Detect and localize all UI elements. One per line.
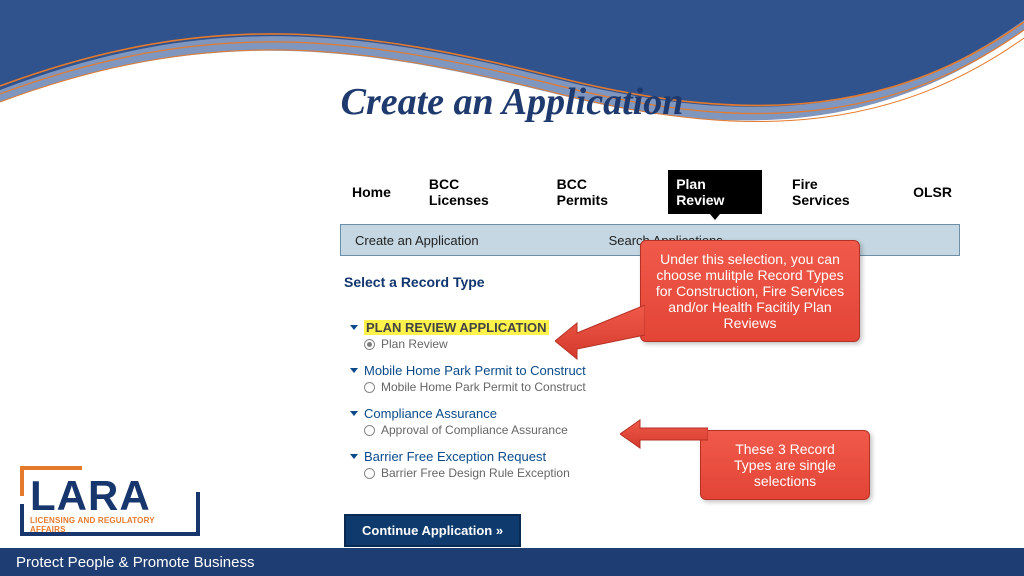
main-tabs: Home BCC Licenses BCC Permits Plan Revie…: [340, 170, 960, 214]
group-head[interactable]: Mobile Home Park Permit to Construct: [350, 363, 960, 378]
tab-home[interactable]: Home: [344, 178, 399, 206]
caret-down-icon: [350, 411, 358, 416]
lara-logo: LARA LICENSING AND REGULATORY AFFAIRS: [20, 466, 200, 536]
arrow-icon: [620, 418, 708, 450]
caret-down-icon: [350, 368, 358, 373]
option-label: Barrier Free Design Rule Exception: [381, 466, 570, 480]
caret-down-icon: [350, 454, 358, 459]
group-label: PLAN REVIEW APPLICATION: [364, 320, 549, 335]
radio-icon: [364, 468, 375, 479]
tab-bcc-permits[interactable]: BCC Permits: [549, 170, 647, 214]
callout-multiple-record-types: Under this selection, you can choose mul…: [640, 240, 860, 342]
page-title: Create an Application: [0, 80, 1024, 124]
logo-text: LARA: [30, 472, 190, 520]
radio-icon: [364, 382, 375, 393]
subnav-create[interactable]: Create an Application: [355, 233, 479, 248]
arrow-icon: [555, 305, 645, 360]
callout-single-selections: These 3 Record Types are single selectio…: [700, 430, 870, 500]
group-label: Compliance Assurance: [364, 406, 497, 421]
footer-bar: Protect People & Promote Business: [0, 548, 1024, 576]
option-barrier-free[interactable]: Barrier Free Design Rule Exception: [364, 466, 960, 480]
tab-olsr[interactable]: OLSR: [905, 178, 960, 206]
tab-plan-review[interactable]: Plan Review: [668, 170, 762, 214]
option-label: Plan Review: [381, 337, 448, 351]
caret-down-icon: [350, 325, 358, 330]
group-label: Mobile Home Park Permit to Construct: [364, 363, 586, 378]
tab-bcc-licenses[interactable]: BCC Licenses: [421, 170, 527, 214]
radio-icon: [364, 425, 375, 436]
group-mobile-home: Mobile Home Park Permit to Construct Mob…: [350, 363, 960, 394]
continue-button[interactable]: Continue Application »: [344, 514, 521, 547]
option-label: Mobile Home Park Permit to Construct: [381, 380, 586, 394]
option-mobile-home[interactable]: Mobile Home Park Permit to Construct: [364, 380, 960, 394]
option-label: Approval of Compliance Assurance: [381, 423, 568, 437]
group-label: Barrier Free Exception Request: [364, 449, 546, 464]
radio-icon: [364, 339, 375, 350]
footer-text: Protect People & Promote Business: [16, 554, 254, 571]
tab-fire-services[interactable]: Fire Services: [784, 170, 883, 214]
